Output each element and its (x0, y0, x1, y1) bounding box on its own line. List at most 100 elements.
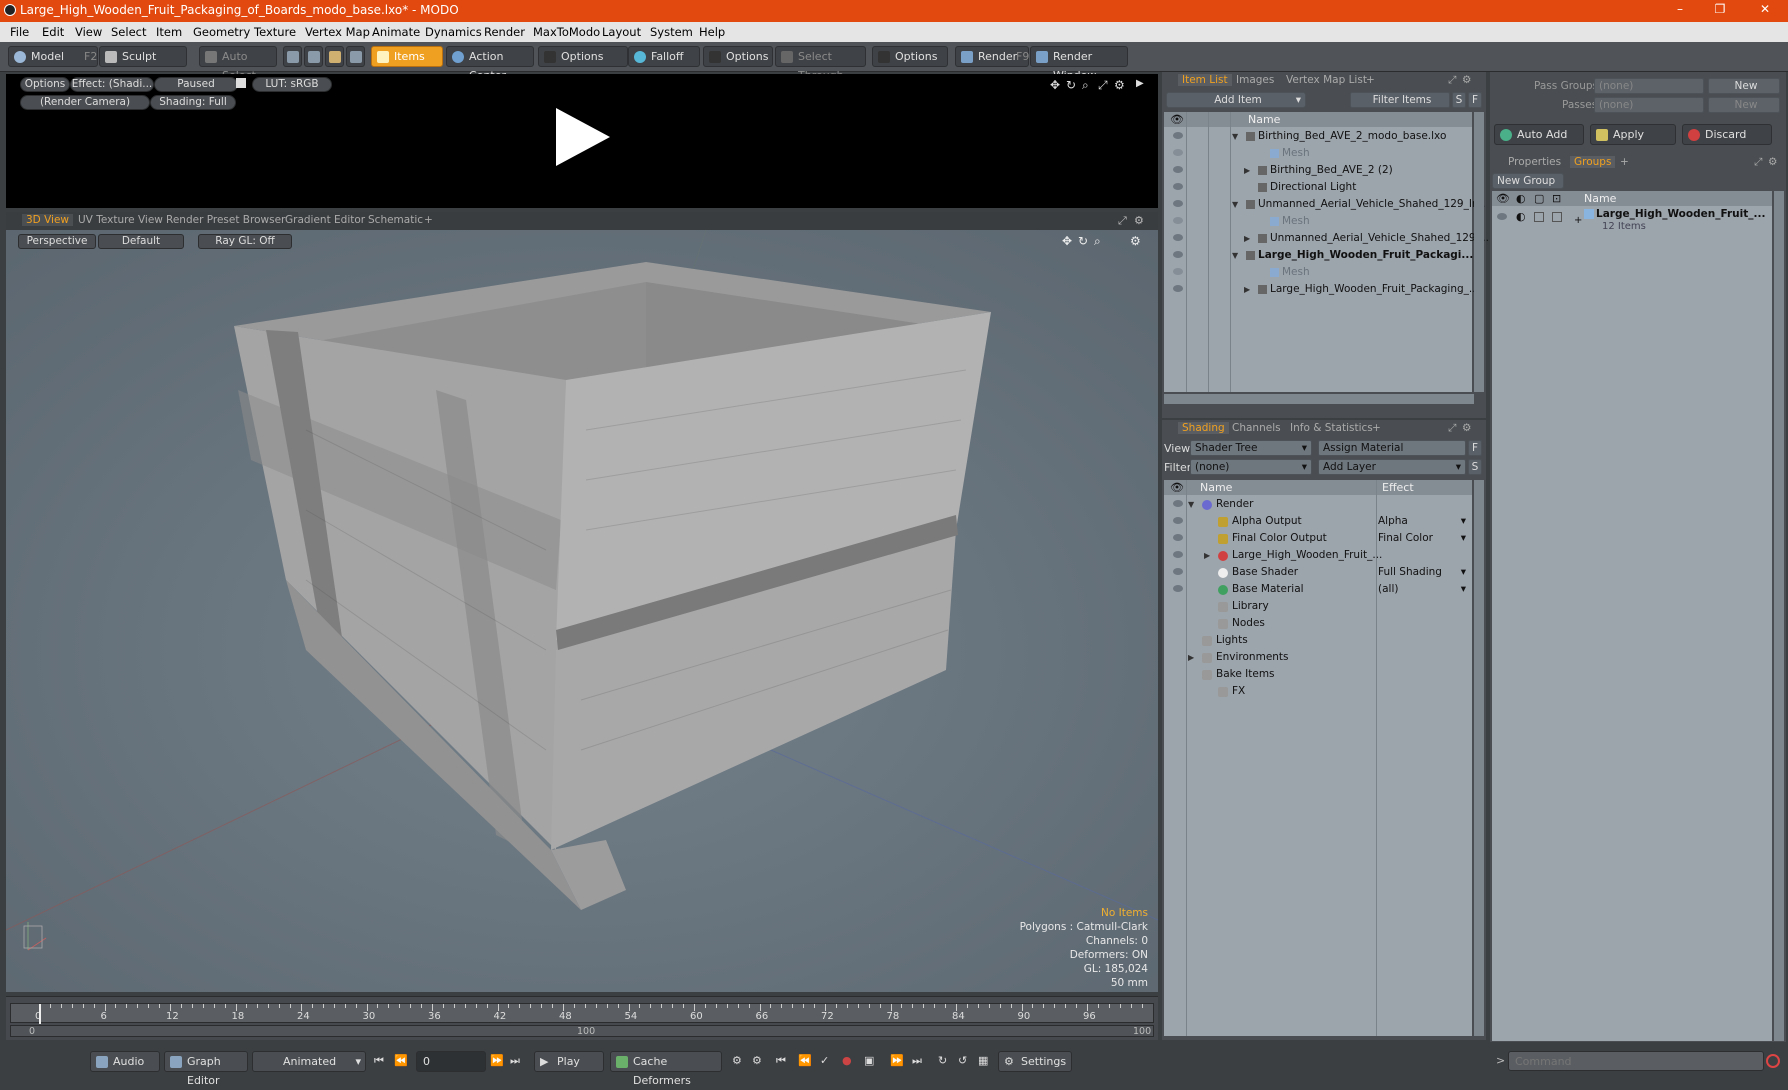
paused-toggle[interactable]: Paused (154, 77, 238, 92)
expand-arrow-icon[interactable]: ▼ (1232, 247, 1238, 264)
timeline-range-bar[interactable]: 0 100 100 (10, 1025, 1154, 1037)
eye-icon[interactable] (1173, 251, 1183, 258)
pass-groups-dropdown[interactable]: (none) (1594, 78, 1704, 94)
shader-row[interactable]: Base Shader Full Shading ▾ (1164, 564, 1472, 581)
record-icon[interactable]: ● (842, 1054, 852, 1067)
filter-dropdown[interactable]: (none) ▾ (1190, 459, 1312, 475)
menu-vertex-map[interactable]: Vertex Map (305, 25, 370, 39)
expand-arrow-icon[interactable]: ▶ (1244, 162, 1250, 179)
gear-icon[interactable]: ⚙ (1462, 74, 1471, 86)
move-icon[interactable]: ✥ (1050, 78, 1060, 92)
shader-tree-scrollbar[interactable] (1474, 480, 1484, 1036)
expand-arrow-icon[interactable]: ▼ (1232, 196, 1238, 213)
lock-checkbox[interactable] (1534, 212, 1544, 222)
tab-add[interactable]: + (424, 214, 433, 226)
loop-icon[interactable]: ↻ (938, 1054, 947, 1067)
expand-arrow-icon[interactable]: ▶ (1136, 78, 1144, 89)
first-frame-icon[interactable]: ⏮ (776, 1054, 786, 1068)
settings-button[interactable]: ⚙ Settings (998, 1051, 1072, 1072)
shader-row[interactable]: Base Material (all) ▾ (1164, 581, 1472, 598)
render-toggle-icon[interactable]: ◐ (1516, 210, 1526, 223)
eye-icon[interactable] (1173, 132, 1183, 139)
eye-icon[interactable] (1173, 200, 1183, 207)
minimize-icon[interactable]: – (1670, 2, 1690, 18)
passes-dropdown[interactable]: (none) (1594, 97, 1704, 113)
rotate-icon[interactable]: ↻ (1066, 78, 1076, 92)
new-group-button[interactable]: New Group (1492, 173, 1564, 189)
zoom-icon[interactable]: ⌕ (1094, 234, 1101, 249)
tab-render-preset-browser[interactable]: Render Preset Browser (166, 214, 285, 226)
key-icon[interactable]: ⚙ (732, 1054, 742, 1067)
key-filter-icon[interactable]: ▣ (864, 1054, 874, 1067)
auto-key-icon[interactable]: ✓ (820, 1054, 829, 1067)
menu-dynamics[interactable]: Dynamics (425, 25, 482, 39)
add-layer-dropdown[interactable]: Add Layer ▾ (1318, 459, 1466, 475)
add-item-dropdown[interactable]: Add Item ▾ (1166, 92, 1306, 108)
eye-icon[interactable] (1173, 166, 1183, 173)
tab-uv-texture-view[interactable]: UV Texture View (78, 214, 163, 226)
discard-button[interactable]: Discard (1682, 124, 1772, 145)
apply-button[interactable]: Apply (1590, 124, 1676, 145)
item-row[interactable]: ▼ Large_High_Wooden_Fruit_Packagi... (1164, 247, 1473, 264)
default-dropdown[interactable]: Default (98, 234, 184, 249)
shader-row[interactable]: ▶ Large_High_Wooden_Fruit_... (1164, 547, 1472, 564)
item-row[interactable]: ▼ Birthing_Bed_AVE_2_modo_base.lxo (1164, 128, 1472, 145)
expand-arrow-icon[interactable]: ▼ (1232, 128, 1238, 145)
gear-icon[interactable]: ⚙ (1134, 214, 1144, 227)
eye-icon[interactable] (1173, 500, 1183, 507)
menu-select[interactable]: Select (111, 25, 146, 39)
lut-dropdown[interactable]: LUT: sRGB (252, 77, 332, 92)
expand-arrow-icon[interactable]: ▶ (1244, 230, 1250, 247)
item-row[interactable]: ▶ Unmanned_Aerial_Vehicle_Shahed_129 ... (1164, 230, 1489, 247)
shader-row[interactable]: Bake Items (1164, 666, 1472, 683)
eye-icon[interactable] (1497, 213, 1507, 220)
raygl-dropdown[interactable]: Ray GL: Off (198, 234, 292, 249)
frame-input[interactable]: 0 (416, 1051, 486, 1072)
shader-row[interactable]: Lights (1164, 632, 1472, 649)
menu-item[interactable]: Item (156, 25, 182, 39)
item-row[interactable]: ▶ Large_High_Wooden_Fruit_Packaging_... (1164, 281, 1479, 298)
maximize-panel-icon[interactable]: ⤢ (1118, 214, 1127, 228)
maximize-panel-icon[interactable]: ⤢ (1754, 156, 1762, 169)
playhead[interactable] (39, 1004, 41, 1024)
filter-toggle-button[interactable]: F (1468, 92, 1482, 108)
orbit-icon[interactable]: ↻ (1078, 234, 1088, 248)
eye-icon[interactable] (1173, 268, 1183, 275)
view-dropdown[interactable]: Shader Tree ▾ (1190, 440, 1312, 456)
sculpt-button[interactable]: Sculpt (99, 46, 187, 67)
expand-arrow-icon[interactable]: ▼ (1188, 496, 1194, 513)
menu-view[interactable]: View (75, 25, 102, 39)
tab-properties[interactable]: Properties (1508, 156, 1561, 168)
next-frame-icon[interactable]: ⏩ (890, 1054, 904, 1067)
perspective-dropdown[interactable]: Perspective (18, 234, 96, 249)
eye-icon[interactable] (1173, 568, 1183, 575)
menu-help[interactable]: Help (699, 25, 725, 39)
eye-icon[interactable] (1173, 285, 1183, 292)
select-through-options-button[interactable]: Options (872, 46, 948, 67)
tab-images[interactable]: Images (1236, 74, 1274, 86)
item-row[interactable]: Mesh (1164, 264, 1472, 281)
tab-channels[interactable]: Channels (1232, 422, 1281, 434)
eye-icon[interactable] (1173, 585, 1183, 592)
graph-editor-button[interactable]: Graph Editor (164, 1051, 248, 1087)
vertices-mode-button[interactable] (283, 46, 302, 67)
tab-schematic[interactable]: Schematic (368, 214, 423, 226)
tab-shading[interactable]: Shading (1178, 422, 1229, 434)
search-toggle-button[interactable]: S (1452, 92, 1466, 108)
item-list-scrollbar[interactable] (1474, 112, 1484, 392)
polygons-mode-button[interactable] (325, 46, 344, 67)
item-row[interactable]: ▶ Birthing_Bed_AVE_2 (2) (1164, 162, 1472, 179)
tab-3d-view[interactable]: 3D View (22, 214, 74, 226)
key-all-icon[interactable]: ⚙ (752, 1054, 762, 1067)
prev-frame-icon[interactable]: ⏪ (798, 1054, 812, 1067)
lock-icon[interactable] (236, 78, 246, 88)
viewport-settings-icon[interactable]: ⚙ (1130, 234, 1141, 248)
shader-row[interactable]: ▶ Environments (1164, 649, 1472, 666)
menu-file[interactable]: File (10, 25, 29, 39)
3d-viewport[interactable]: Perspective Default Ray GL: Off ✥ ↻ ⌕ ⚙ … (6, 230, 1158, 992)
tab-item-list[interactable]: Item List (1178, 74, 1232, 86)
eye-icon[interactable] (1173, 551, 1183, 558)
shader-row[interactable]: ▼ Render (1164, 496, 1472, 513)
menu-system[interactable]: System (650, 25, 693, 39)
assign-material-button[interactable]: Assign Material (1318, 440, 1466, 456)
